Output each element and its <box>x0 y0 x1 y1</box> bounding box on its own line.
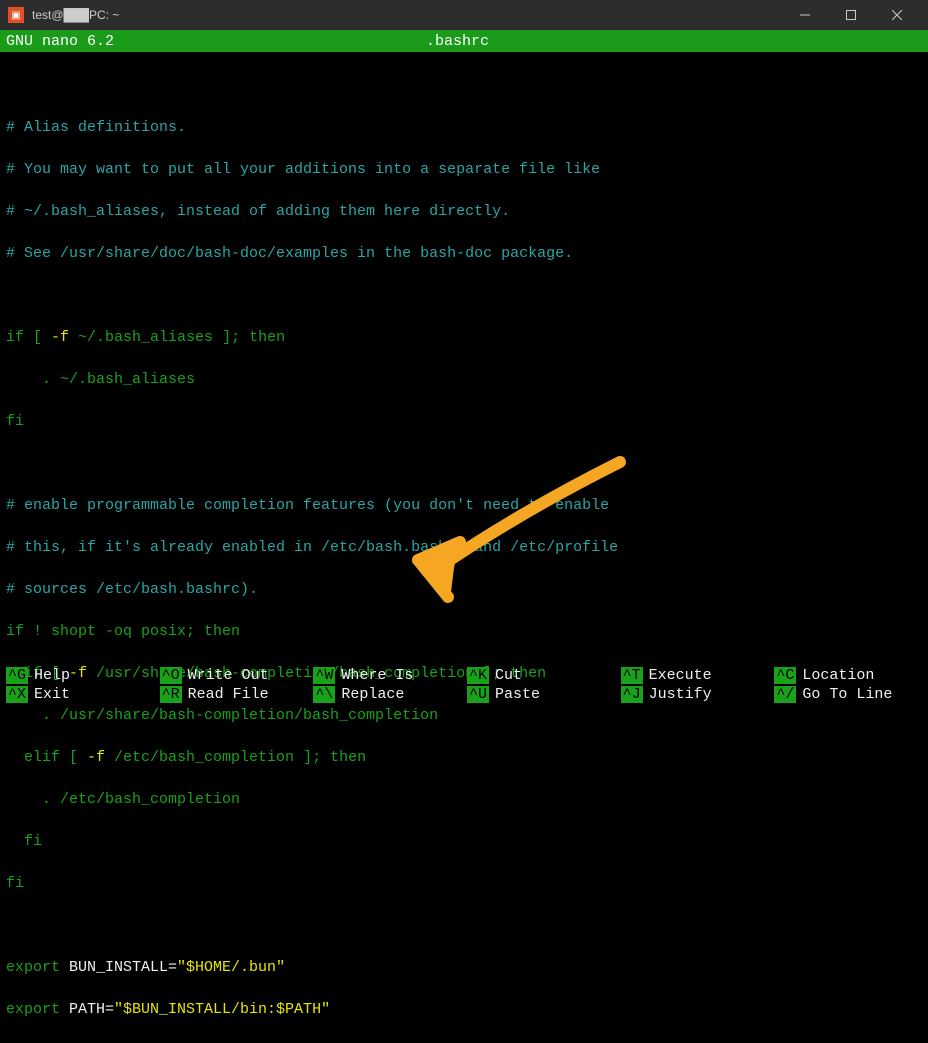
code-line <box>6 75 922 96</box>
app-icon: ▣ <box>8 7 24 23</box>
close-icon <box>892 10 902 20</box>
shortcut-justify[interactable]: ^JJustify <box>621 686 769 703</box>
code-line: export PATH="$BUN_INSTALL/bin:$PATH" <box>6 999 922 1020</box>
code-line: # You may want to put all your additions… <box>6 159 922 180</box>
minimize-button[interactable] <box>782 0 828 30</box>
code-line: . /usr/share/bash-completion/bash_comple… <box>6 705 922 726</box>
code-line: export BUN_INSTALL="$HOME/.bun" <box>6 957 922 978</box>
code-line <box>6 915 922 936</box>
shortcut-writeout[interactable]: ^OWrite Out <box>160 667 308 684</box>
shortcut-readfile[interactable]: ^RRead File <box>160 686 308 703</box>
shortcut-help[interactable]: ^GHelp <box>6 667 154 684</box>
shortcut-replace[interactable]: ^\Replace <box>313 686 461 703</box>
shortcut-whereis[interactable]: ^WWhere Is <box>313 667 461 684</box>
code-line: # sources /etc/bash.bashrc). <box>6 579 922 600</box>
code-line: . ~/.bash_aliases <box>6 369 922 390</box>
minimize-icon <box>800 10 810 20</box>
code-line <box>6 453 922 474</box>
code-line: elif [ -f /etc/bash_completion ]; then <box>6 747 922 768</box>
shortcut-cut[interactable]: ^KCut <box>467 667 615 684</box>
code-line: . /etc/bash_completion <box>6 789 922 810</box>
maximize-button[interactable] <box>828 0 874 30</box>
shortcut-exit[interactable]: ^XExit <box>6 686 154 703</box>
shortcut-location[interactable]: ^CLocation <box>774 667 922 684</box>
code-line: # enable programmable completion feature… <box>6 495 922 516</box>
code-line <box>6 285 922 306</box>
window-title: test@███PC: ~ <box>32 8 782 22</box>
window-titlebar: ▣ test@███PC: ~ <box>0 0 928 30</box>
code-line: fi <box>6 831 922 852</box>
code-line: # See /usr/share/doc/bash-doc/examples i… <box>6 243 922 264</box>
maximize-icon <box>846 10 856 20</box>
shortcut-paste[interactable]: ^UPaste <box>467 686 615 703</box>
code-line: if ! shopt -oq posix; then <box>6 621 922 642</box>
shortcut-gotoline[interactable]: ^/Go To Line <box>774 686 922 703</box>
code-line: # ~/.bash_aliases, instead of adding the… <box>6 201 922 222</box>
editor-content[interactable]: # Alias definitions. # You may want to p… <box>0 52 928 1043</box>
nano-app-name: GNU nano 6.2 <box>6 33 426 50</box>
nano-shortcuts: ^GHelp ^OWrite Out ^WWhere Is ^KCut ^TEx… <box>6 667 922 703</box>
code-line: # Alias definitions. <box>6 117 922 138</box>
shortcut-execute[interactable]: ^TExecute <box>621 667 769 684</box>
code-line: # this, if it's already enabled in /etc/… <box>6 537 922 558</box>
nano-header: GNU nano 6.2 .bashrc <box>0 30 928 52</box>
code-line: if [ -f ~/.bash_aliases ]; then <box>6 327 922 348</box>
code-line: fi <box>6 411 922 432</box>
code-line: fi <box>6 873 922 894</box>
window-controls <box>782 0 920 30</box>
close-button[interactable] <box>874 0 920 30</box>
nano-filename: .bashrc <box>426 33 922 50</box>
